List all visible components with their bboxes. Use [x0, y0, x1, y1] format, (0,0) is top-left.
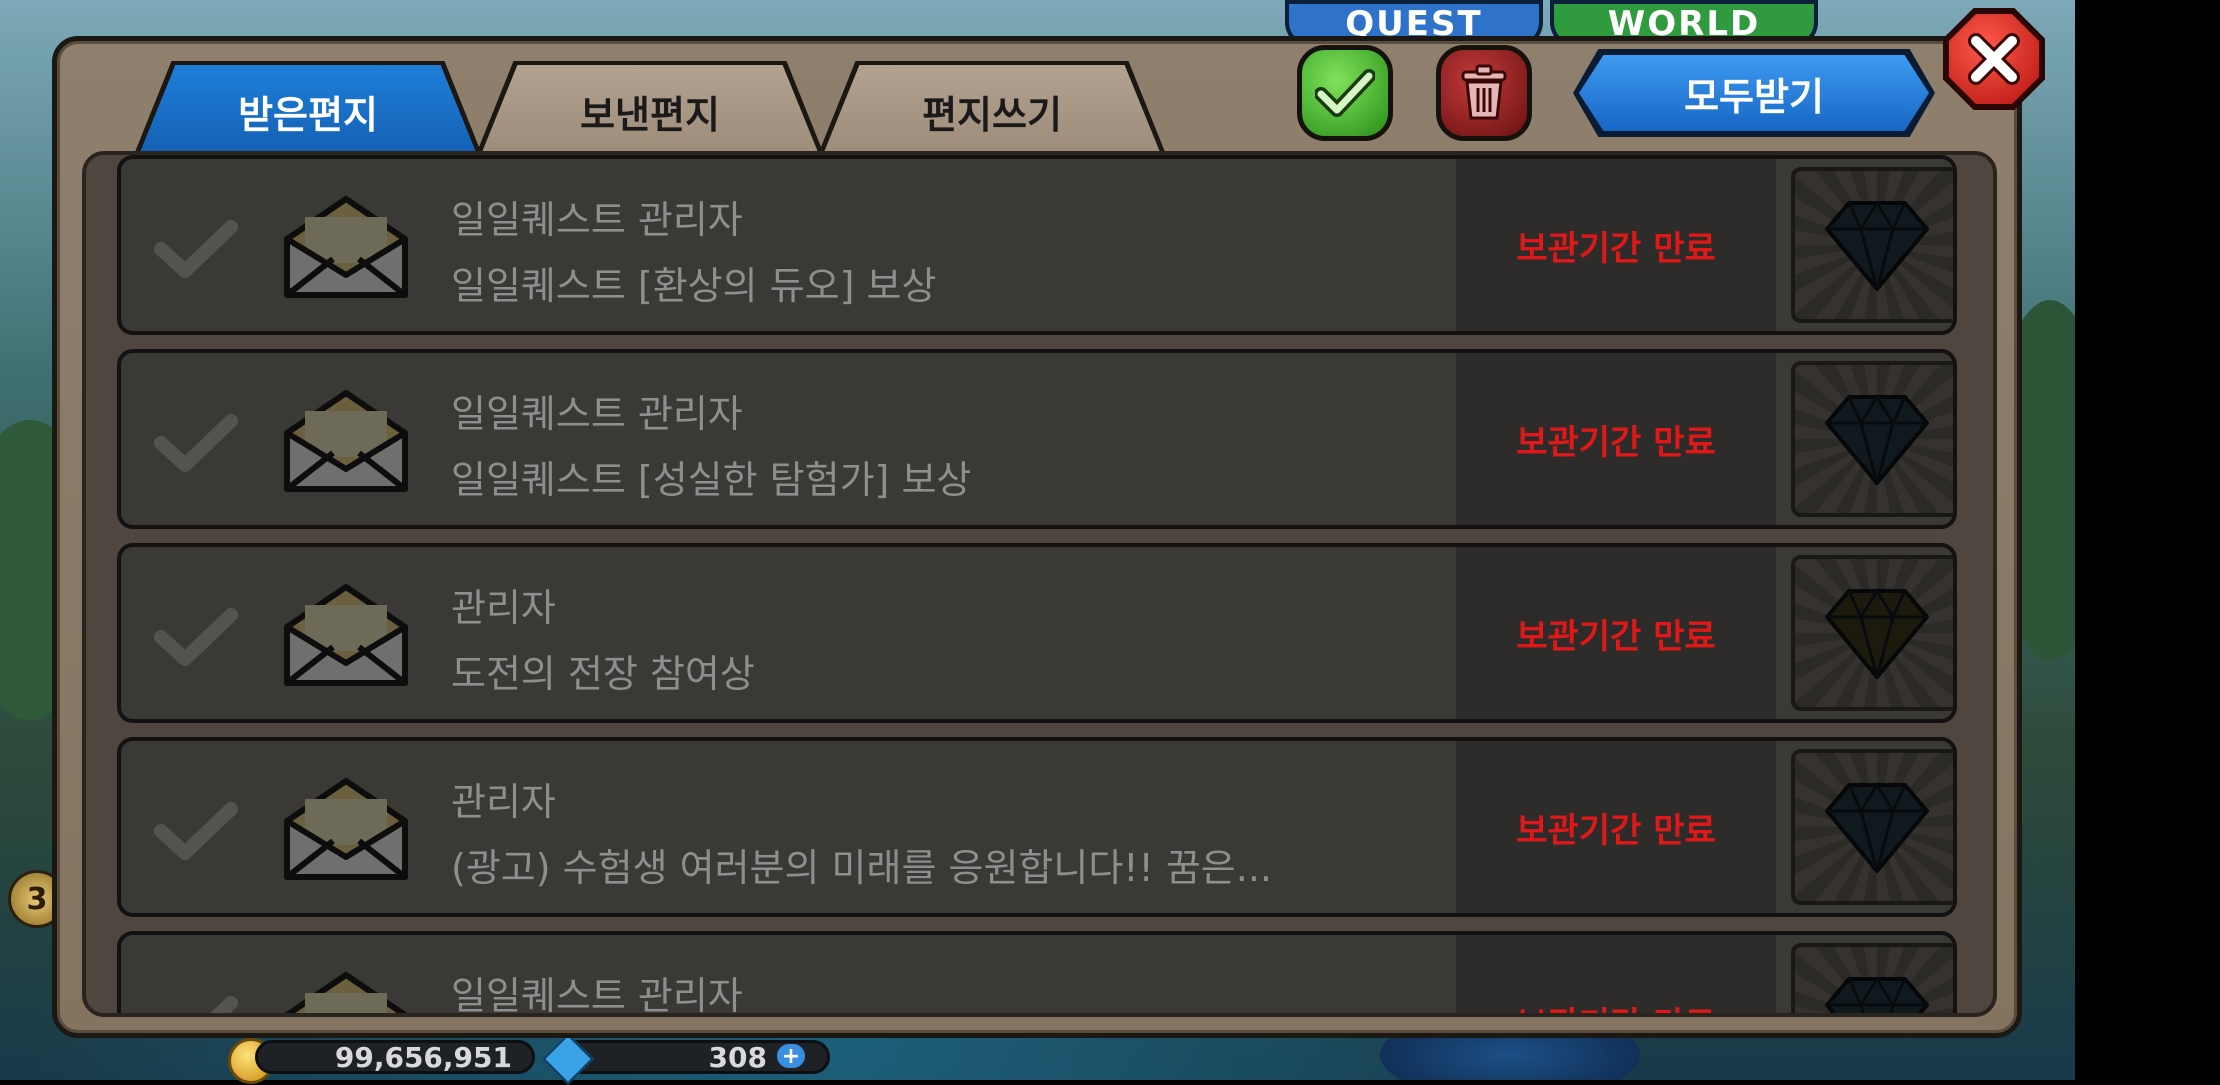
gem-icon — [1825, 394, 1929, 485]
reward-slot[interactable] — [1791, 749, 1953, 905]
check-icon[interactable] — [151, 799, 241, 863]
close-button-face — [1949, 14, 2039, 104]
reward-slot[interactable] — [1791, 167, 1953, 323]
reward-slot[interactable] — [1791, 555, 1953, 711]
mail-row[interactable]: 일일퀘스트 관리자 일일퀘스트 [환상의 듀오] 보상 보관기간 만료 — [117, 155, 1957, 335]
gem-icon — [1825, 976, 1929, 1013]
gold-value: 99,656,951 — [334, 1040, 512, 1074]
mail-status: 보관기간 만료 — [1516, 616, 1716, 657]
reward-slot[interactable] — [1791, 361, 1953, 517]
checkmark-icon — [1315, 69, 1375, 117]
receive-all-face: 모두받기 — [1579, 55, 1929, 131]
mail-row[interactable]: 일일퀘스트 관리자 보관기간 만료 — [117, 931, 1957, 1017]
delete-button[interactable] — [1436, 45, 1532, 141]
mail-row[interactable]: 관리자 (광고) 수험생 여러분의 미래를 응원합니다!! 꿈은... 보관기간… — [117, 737, 1957, 917]
envelope-icon — [284, 196, 408, 298]
envelope-icon — [284, 584, 408, 686]
mail-status: 보관기간 만료 — [1516, 997, 1716, 1014]
mail-sender: 일일퀘스트 관리자 — [451, 392, 743, 436]
mail-sender: 관리자 — [451, 780, 556, 824]
select-all-button[interactable] — [1297, 45, 1393, 141]
mail-subject: 도전의 전장 참여상 — [451, 652, 755, 696]
tab-inbox[interactable]: 받은편지 — [138, 65, 478, 157]
mail-status: 보관기간 만료 — [1516, 810, 1716, 851]
mailbox-window: 받은편지 보낸편지 편지쓰기 모두받기 일일퀘스트 관리자 일일퀘스트 [환상의… — [52, 36, 2022, 1038]
mail-subject: (광고) 수험생 여러분의 미래를 응원합니다!! 꿈은... — [451, 846, 1272, 890]
close-icon — [1968, 33, 2020, 85]
gem-value: 308 — [708, 1040, 767, 1074]
mail-sender: 일일퀘스트 관리자 — [451, 974, 743, 1017]
envelope-icon — [284, 972, 408, 1013]
mail-status: 보관기간 만료 — [1516, 422, 1716, 463]
check-icon[interactable] — [151, 605, 241, 669]
check-icon[interactable] — [151, 411, 241, 475]
mail-status-panel: 보관기간 만료 — [1456, 547, 1776, 719]
close-button[interactable] — [1943, 8, 2045, 110]
gem-icon — [1825, 200, 1929, 291]
gold-counter: 99,656,951 — [255, 1040, 535, 1074]
gem-icon — [1825, 782, 1929, 873]
receive-all-button[interactable]: 모두받기 — [1573, 49, 1935, 137]
mail-sender: 일일퀘스트 관리자 — [451, 198, 743, 242]
trash-icon — [1461, 64, 1507, 120]
mail-status-panel: 보관기간 만료 — [1456, 741, 1776, 913]
mail-status-panel: 보관기간 만료 — [1456, 353, 1776, 525]
screen-letterbox — [2075, 0, 2220, 1080]
mail-status-panel: 보관기간 만료 — [1456, 935, 1776, 1014]
mail-subject: 일일퀘스트 [환상의 듀오] 보상 — [451, 264, 937, 308]
gem-icon — [1825, 588, 1929, 679]
mail-row[interactable]: 일일퀘스트 관리자 일일퀘스트 [성실한 탐험가] 보상 보관기간 만료 — [117, 349, 1957, 529]
envelope-icon — [284, 778, 408, 880]
reward-slot[interactable] — [1791, 943, 1953, 1013]
tab-write-label: 편지쓰기 — [922, 92, 1062, 137]
mail-status: 보관기간 만료 — [1516, 228, 1716, 269]
tab-sent-label: 보낸편지 — [580, 92, 720, 137]
add-gems-button[interactable]: + — [777, 1044, 805, 1069]
mail-list[interactable]: 일일퀘스트 관리자 일일퀘스트 [환상의 듀오] 보상 보관기간 만료 일일퀘스… — [82, 151, 1997, 1017]
check-icon[interactable] — [151, 217, 241, 281]
receive-all-label: 모두받기 — [1684, 74, 1824, 119]
check-icon[interactable] — [151, 993, 241, 1017]
level-value: 3 — [26, 881, 48, 917]
mail-row[interactable]: 관리자 도전의 전장 참여상 보관기간 만료 — [117, 543, 1957, 723]
tab-inbox-label: 받은편지 — [238, 92, 378, 137]
mail-status-panel: 보관기간 만료 — [1456, 159, 1776, 331]
envelope-icon — [284, 390, 408, 492]
mail-sender: 관리자 — [451, 586, 556, 630]
tab-sent[interactable]: 보낸편지 — [480, 65, 820, 157]
tab-write[interactable]: 편지쓰기 — [822, 65, 1162, 157]
mail-subject: 일일퀘스트 [성실한 탐험가] 보상 — [451, 458, 972, 502]
